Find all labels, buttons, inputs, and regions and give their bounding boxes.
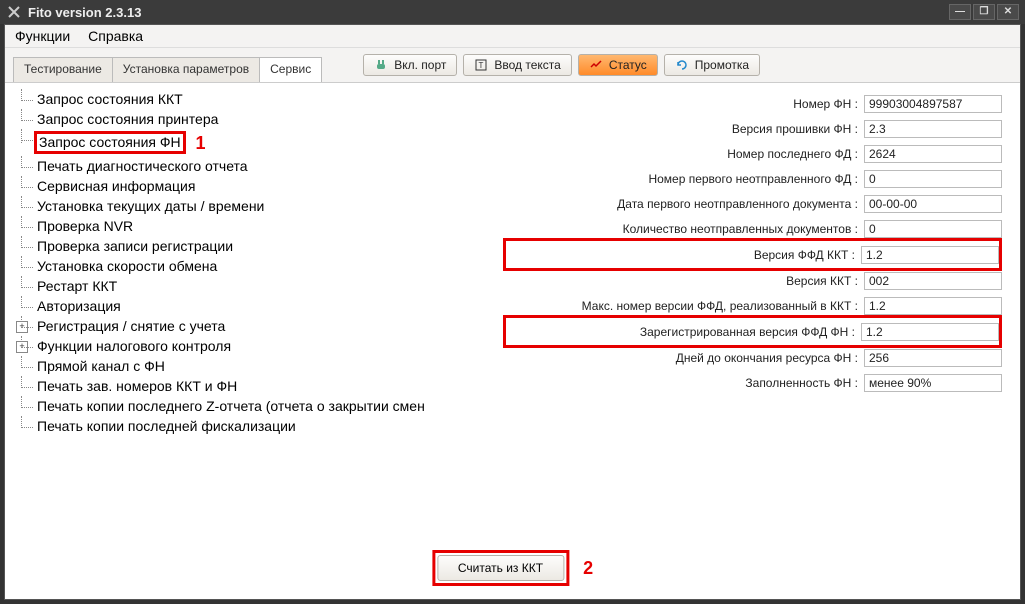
callout-1: 1 — [196, 133, 206, 153]
tree-item[interactable]: Установка скорости обмена — [15, 256, 491, 276]
row-fn-number: Номер ФН :99903004897587 — [503, 91, 1002, 116]
bottom-button-area: Считать из ККТ 2 — [432, 553, 593, 583]
text-input-button-label: Ввод текста — [494, 58, 560, 72]
row-first-unsent: Номер первого неотправленного ФД :0 — [503, 166, 1002, 191]
tree-item-fn-status[interactable]: Запрос состояния ФН 1 — [15, 129, 491, 156]
client-area: Функции Справка Тестирование Установка п… — [4, 24, 1021, 600]
rewind-button[interactable]: Промотка — [664, 54, 760, 76]
tree-item[interactable]: Печать копии последнего Z-отчета (отчета… — [15, 396, 491, 416]
tree-item[interactable]: Печать зав. номеров ККТ и ФН — [15, 376, 491, 396]
callout-2: 2 — [583, 558, 593, 579]
tree-item[interactable]: Установка текущих даты / времени — [15, 196, 491, 216]
field-first-unsent-date[interactable]: 00-00-00 — [864, 195, 1002, 213]
menu-help[interactable]: Справка — [84, 26, 147, 46]
plug-icon — [374, 58, 388, 72]
field-fill-level[interactable]: менее 90% — [864, 374, 1002, 392]
toolbar-row: Тестирование Установка параметров Сервис… — [5, 48, 1020, 82]
row-last-fd: Номер последнего ФД :2624 — [503, 141, 1002, 166]
right-panel: Номер ФН :99903004897587 Версия прошивки… — [495, 83, 1020, 599]
rewind-button-label: Промотка — [695, 58, 749, 72]
read-from-kkt-button[interactable]: Считать из ККТ — [437, 555, 564, 581]
tree-item[interactable]: Авторизация — [15, 296, 491, 316]
title-bar[interactable]: Fito version 2.3.13 — ❐ ✕ — [0, 0, 1025, 24]
field-days-left[interactable]: 256 — [864, 349, 1002, 367]
status-icon — [589, 58, 603, 72]
minimize-button[interactable]: — — [949, 4, 971, 20]
row-fill-level: Заполненность ФН :менее 90% — [503, 370, 1002, 395]
menu-bar: Функции Справка — [5, 25, 1020, 48]
app-window: Fito version 2.3.13 — ❐ ✕ Функции Справк… — [0, 0, 1025, 604]
menu-functions[interactable]: Функции — [11, 26, 74, 46]
tab-strip: Тестирование Установка параметров Сервис — [13, 48, 321, 82]
text-input-button[interactable]: T Ввод текста — [463, 54, 571, 76]
status-button[interactable]: Статус — [578, 54, 658, 76]
field-ffd-kkt[interactable]: 1.2 — [861, 246, 999, 264]
highlight-fn-status: Запрос состояния ФН — [34, 131, 186, 154]
tree-item[interactable]: Сервисная информация — [15, 176, 491, 196]
svg-text:T: T — [479, 61, 484, 70]
tab-service[interactable]: Сервис — [259, 57, 322, 82]
maximize-button[interactable]: ❐ — [973, 4, 995, 20]
row-first-unsent-date: Дата первого неотправленного документа :… — [503, 191, 1002, 216]
row-fn-firmware: Версия прошивки ФН :2.3 — [503, 116, 1002, 141]
tree-item[interactable]: Проверка NVR — [15, 216, 491, 236]
expand-icon[interactable]: + — [16, 341, 28, 353]
port-button-label: Вкл. порт — [394, 58, 446, 72]
tree-item[interactable]: Прямой канал с ФН — [15, 356, 491, 376]
tree-item[interactable]: Печать диагностического отчета — [15, 156, 491, 176]
highlight-read-button: Считать из ККТ — [432, 550, 569, 586]
status-button-label: Статус — [609, 58, 647, 72]
text-icon: T — [474, 58, 488, 72]
field-reg-ffd-fn[interactable]: 1.2 — [861, 323, 999, 341]
tree-item[interactable]: Печать копии последней фискализации — [15, 416, 491, 436]
tree-item[interactable]: Рестарт ККТ — [15, 276, 491, 296]
field-last-fd[interactable]: 2624 — [864, 145, 1002, 163]
left-panel: Запрос состояния ККТ Запрос состояния пр… — [5, 83, 495, 599]
tree-item[interactable]: Проверка записи регистрации — [15, 236, 491, 256]
service-tree: Запрос состояния ККТ Запрос состояния пр… — [15, 89, 491, 436]
port-button[interactable]: Вкл. порт — [363, 54, 457, 76]
field-max-ffd[interactable]: 1.2 — [864, 297, 1002, 315]
expand-icon[interactable]: + — [16, 321, 28, 333]
row-reg-ffd-fn: Зарегистрированная версия ФФД ФН :1.2 — [506, 319, 999, 344]
field-kkt-version[interactable]: 002 — [864, 272, 1002, 290]
field-unsent-count[interactable]: 0 — [864, 220, 1002, 238]
row-kkt-version: Версия ККТ :002 — [503, 268, 1002, 293]
field-fn-firmware[interactable]: 2.3 — [864, 120, 1002, 138]
app-icon — [6, 4, 22, 20]
close-button[interactable]: ✕ — [997, 4, 1019, 20]
content-area: Запрос состояния ККТ Запрос состояния пр… — [5, 82, 1020, 599]
tab-params[interactable]: Установка параметров — [112, 57, 260, 82]
tree-item[interactable]: Запрос состояния ККТ — [15, 89, 491, 109]
tree-item[interactable]: Запрос состояния принтера — [15, 109, 491, 129]
field-first-unsent[interactable]: 0 — [864, 170, 1002, 188]
window-title: Fito version 2.3.13 — [28, 5, 947, 20]
tree-item-tax-control[interactable]: +Функции налогового контроля — [15, 336, 491, 356]
highlight-ffd-kkt: Версия ФФД ККТ :1.2 — [503, 238, 1002, 271]
row-days-left: Дней до окончания ресурса ФН :256 — [503, 345, 1002, 370]
rewind-icon — [675, 58, 689, 72]
tree-item-registration[interactable]: +Регистрация / снятие с учета — [15, 316, 491, 336]
row-ffd-kkt: Версия ФФД ККТ :1.2 — [506, 242, 999, 267]
tab-testing[interactable]: Тестирование — [13, 57, 113, 82]
highlight-reg-ffd-fn: Зарегистрированная версия ФФД ФН :1.2 — [503, 315, 1002, 348]
field-fn-number[interactable]: 99903004897587 — [864, 95, 1002, 113]
